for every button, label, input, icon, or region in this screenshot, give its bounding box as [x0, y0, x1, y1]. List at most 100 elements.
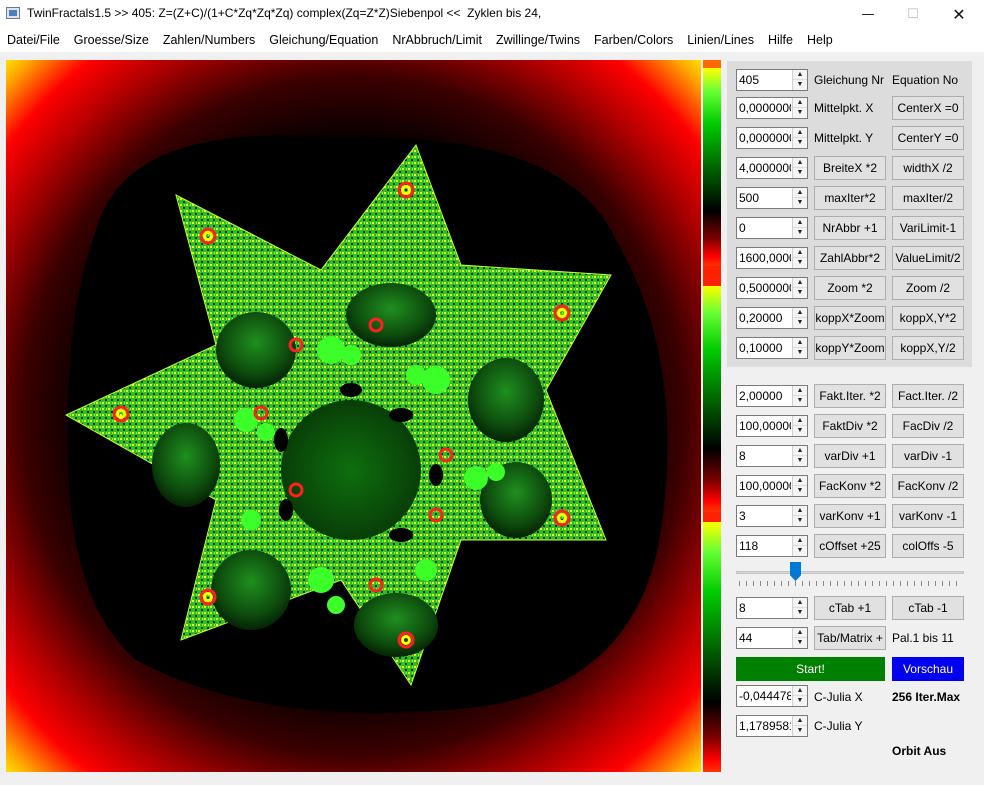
julia-y-spinbox[interactable]: 1,1789581 ▲ ▼	[736, 715, 808, 737]
start-button[interactable]: Start!	[736, 657, 885, 681]
maxiter-value[interactable]: 500	[739, 191, 791, 205]
spin-down-icon[interactable]: ▼	[793, 696, 807, 706]
koppx-spinbox[interactable]: 0,20000 ▲ ▼	[736, 307, 808, 329]
spin-arrows[interactable]: ▲ ▼	[792, 218, 807, 238]
spin-down-icon[interactable]: ▼	[793, 726, 807, 736]
spin-up-icon[interactable]: ▲	[793, 628, 807, 638]
width-x-spinbox[interactable]: 4,0000000 ▲ ▼	[736, 157, 808, 179]
spin-down-icon[interactable]: ▼	[793, 138, 807, 148]
nrabbr-plus-button[interactable]: NrAbbr +1	[814, 216, 886, 240]
spin-down-icon[interactable]: ▼	[793, 638, 807, 648]
spin-up-icon[interactable]: ▲	[793, 386, 807, 396]
matrix-value[interactable]: 44	[739, 631, 791, 645]
zahlabbr-double-button[interactable]: ZahlAbbr*2	[814, 246, 886, 270]
preview-button[interactable]: Vorschau	[892, 657, 964, 681]
zahlabbr-spinbox[interactable]: 1600,0000 ▲ ▼	[736, 247, 808, 269]
spin-arrows[interactable]: ▲ ▼	[792, 686, 807, 706]
spin-up-icon[interactable]: ▲	[793, 158, 807, 168]
center-x-reset-button[interactable]: CenterX =0	[892, 96, 964, 120]
spin-up-icon[interactable]: ▲	[793, 716, 807, 726]
fackonv-spinbox[interactable]: 100,00000 ▲ ▼	[736, 475, 808, 497]
slider-thumb[interactable]	[790, 562, 801, 581]
koppx-value[interactable]: 0,20000	[739, 311, 791, 325]
vardiv-value[interactable]: 8	[739, 449, 791, 463]
zoom-spinbox[interactable]: 0,5000000 ▲ ▼	[736, 277, 808, 299]
width-x-value[interactable]: 4,0000000	[739, 161, 791, 175]
widthx-half-button[interactable]: widthX /2	[892, 156, 964, 180]
varkonv-spinbox[interactable]: 3 ▲ ▼	[736, 505, 808, 527]
julia-y-value[interactable]: 1,1789581	[739, 719, 791, 733]
spin-up-icon[interactable]: ▲	[793, 416, 807, 426]
equation-number-value[interactable]: 405	[739, 73, 791, 87]
fakt-iter-double-button[interactable]: Fakt.Iter. *2	[814, 384, 886, 408]
spin-up-icon[interactable]: ▲	[793, 446, 807, 456]
spin-arrows[interactable]: ▲ ▼	[792, 248, 807, 268]
color-offset-slider[interactable]	[736, 562, 964, 588]
spin-arrows[interactable]: ▲ ▼	[792, 716, 807, 736]
varilimit-minus-button[interactable]: VariLimit-1	[892, 216, 964, 240]
fakt-iter-spinbox[interactable]: 2,00000 ▲ ▼	[736, 385, 808, 407]
coffset-value[interactable]: 118	[739, 539, 791, 553]
spin-down-icon[interactable]: ▼	[793, 198, 807, 208]
maxiter-double-button[interactable]: maxIter*2	[814, 186, 886, 210]
spin-up-icon[interactable]: ▲	[793, 188, 807, 198]
vardiv-plus-button[interactable]: varDiv +1	[814, 444, 886, 468]
vardiv-spinbox[interactable]: 8 ▲ ▼	[736, 445, 808, 467]
spin-up-icon[interactable]: ▲	[793, 686, 807, 696]
spin-arrows[interactable]: ▲ ▼	[792, 506, 807, 526]
fackonv-half-button[interactable]: FacKonv /2	[892, 474, 964, 498]
center-x-value[interactable]: 0,00000000	[739, 101, 791, 115]
spin-up-icon[interactable]: ▲	[793, 278, 807, 288]
zoom-value[interactable]: 0,5000000	[739, 281, 791, 295]
koppxy-half-button[interactable]: koppX,Y/2	[892, 336, 964, 360]
matrix-spinbox[interactable]: 44 ▲ ▼	[736, 627, 808, 649]
menu-hilfe[interactable]: Hilfe	[761, 28, 800, 52]
spin-arrows[interactable]: ▲ ▼	[792, 308, 807, 328]
menu-help[interactable]: Help	[800, 28, 840, 52]
koppy-spinbox[interactable]: 0,10000 ▲ ▼	[736, 337, 808, 359]
spin-down-icon[interactable]: ▼	[793, 396, 807, 406]
spin-arrows[interactable]: ▲ ▼	[792, 128, 807, 148]
menu-linien[interactable]: Linien/Lines	[680, 28, 761, 52]
spin-arrows[interactable]: ▲ ▼	[792, 188, 807, 208]
spin-arrows[interactable]: ▲ ▼	[792, 416, 807, 436]
spin-down-icon[interactable]: ▼	[793, 348, 807, 358]
spin-arrows[interactable]: ▲ ▼	[792, 628, 807, 648]
spin-up-icon[interactable]: ▲	[793, 218, 807, 228]
spin-down-icon[interactable]: ▼	[793, 288, 807, 298]
spin-up-icon[interactable]: ▲	[793, 70, 807, 80]
ctab-spinbox[interactable]: 8 ▲ ▼	[736, 597, 808, 619]
spin-down-icon[interactable]: ▼	[793, 108, 807, 118]
slider-track[interactable]	[736, 571, 964, 574]
spin-arrows[interactable]: ▲ ▼	[792, 70, 807, 90]
coffset-spinbox[interactable]: 118 ▲ ▼	[736, 535, 808, 557]
menu-zwillinge[interactable]: Zwillinge/Twins	[489, 28, 587, 52]
minimize-button[interactable]: —	[845, 0, 891, 28]
ctab-minus-button[interactable]: cTab -1	[892, 596, 964, 620]
center-y-spinbox[interactable]: 0,00000000 ▲▼	[736, 127, 808, 149]
coffset-plus-button[interactable]: cOffset +25	[814, 534, 886, 558]
facdiv-half-button[interactable]: FacDiv /2	[892, 414, 964, 438]
spin-up-icon[interactable]: ▲	[793, 506, 807, 516]
spin-up-icon[interactable]: ▲	[793, 98, 807, 108]
ctab-value[interactable]: 8	[739, 601, 791, 615]
menu-datei[interactable]: Datei/File	[0, 28, 67, 52]
spin-down-icon[interactable]: ▼	[793, 168, 807, 178]
menu-zahlen[interactable]: Zahlen/Numbers	[156, 28, 262, 52]
valuelimit-half-button[interactable]: ValueLimit/2	[892, 246, 964, 270]
center-y-reset-button[interactable]: CenterY =0	[892, 126, 964, 150]
coloffs-minus-button[interactable]: colOffs -5	[892, 534, 964, 558]
spin-arrows[interactable]: ▲ ▼	[792, 446, 807, 466]
spin-up-icon[interactable]: ▲	[793, 598, 807, 608]
faktdiv-double-button[interactable]: FaktDiv *2	[814, 414, 886, 438]
spin-arrows[interactable]: ▲ ▼	[792, 476, 807, 496]
spin-down-icon[interactable]: ▼	[793, 258, 807, 268]
spin-up-icon[interactable]: ▲	[793, 248, 807, 258]
menu-farben[interactable]: Farben/Colors	[587, 28, 680, 52]
spin-down-icon[interactable]: ▼	[793, 486, 807, 496]
spin-arrows[interactable]: ▲ ▼	[792, 278, 807, 298]
spin-down-icon[interactable]: ▼	[793, 228, 807, 238]
spin-arrows[interactable]: ▲ ▼	[792, 536, 807, 556]
koppx-zoom-button[interactable]: koppX*Zoom	[814, 306, 886, 330]
center-x-spinbox[interactable]: 0,00000000 ▲▼	[736, 97, 808, 119]
